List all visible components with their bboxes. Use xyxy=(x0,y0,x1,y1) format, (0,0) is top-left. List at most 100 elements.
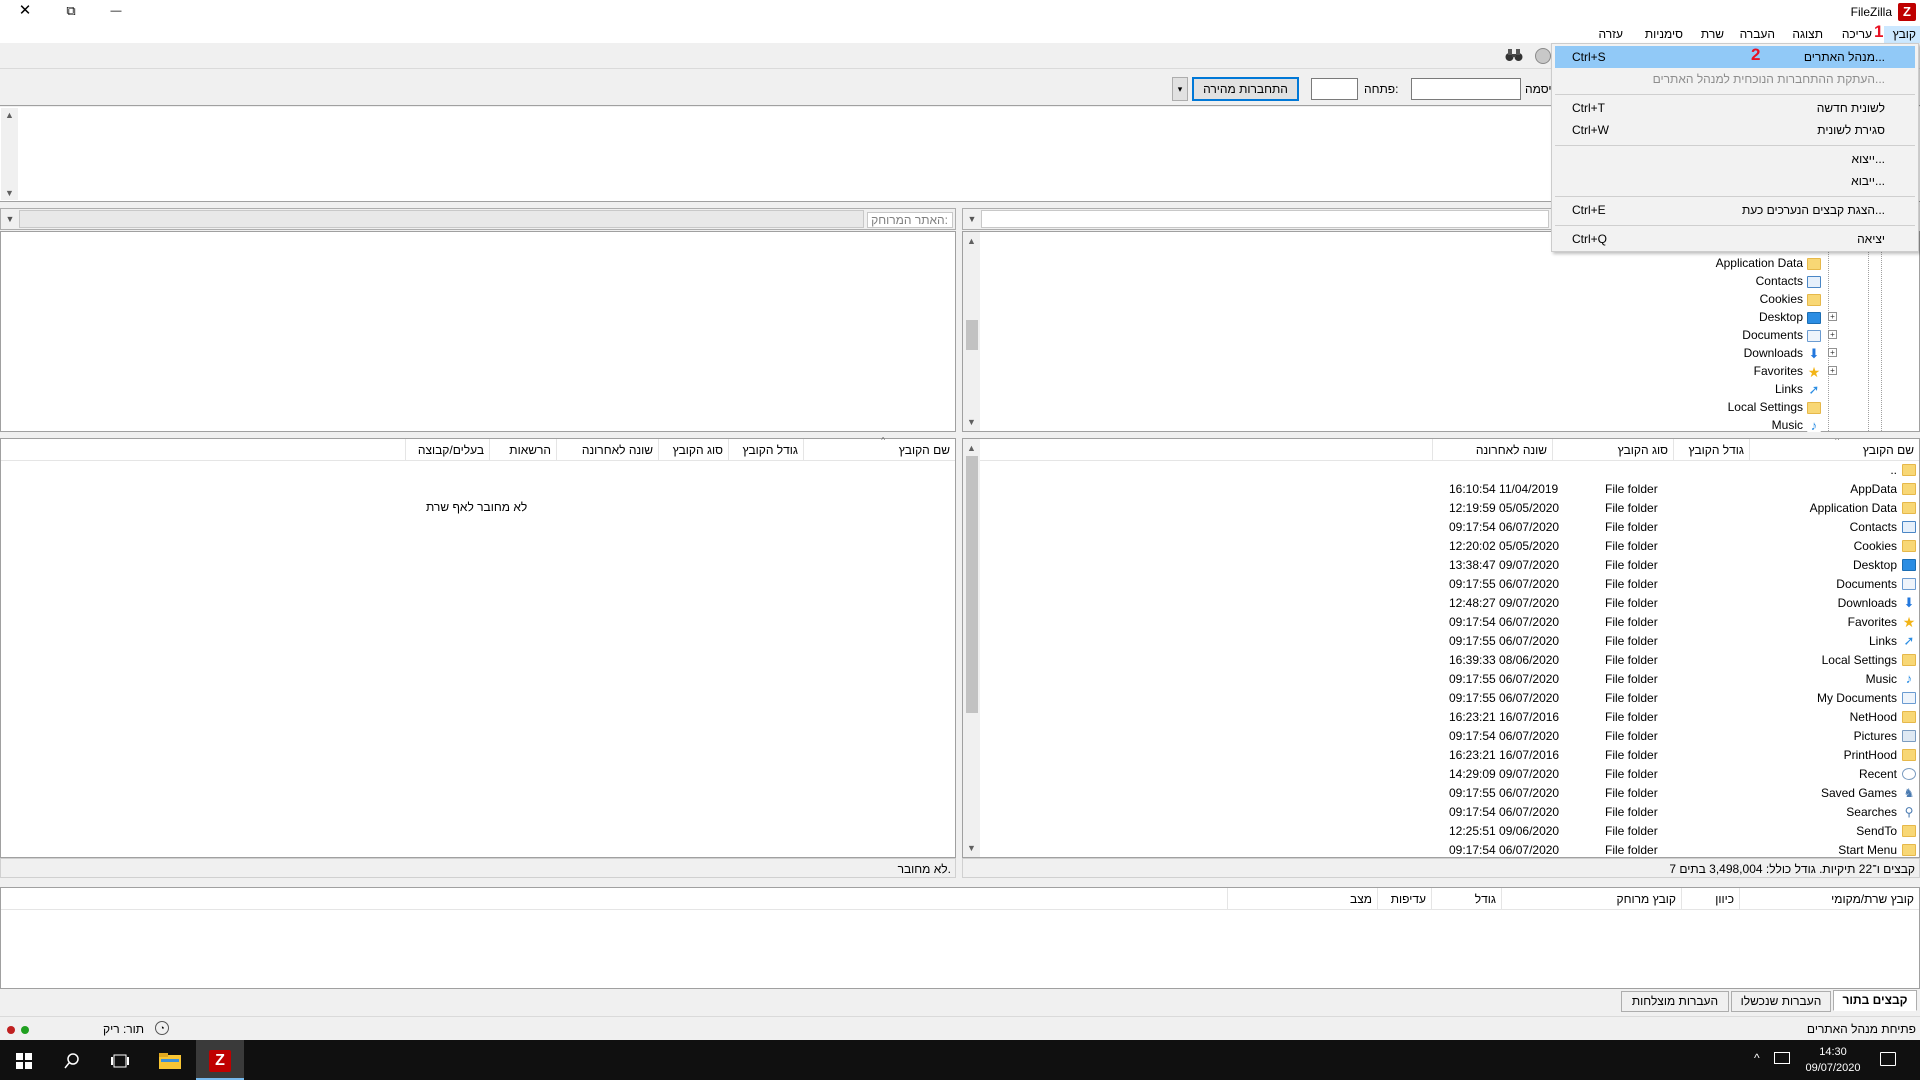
scroll-thumb[interactable] xyxy=(966,320,978,350)
table-row[interactable]: ★ Favorites File folder 09:17:54 06/07/2020 xyxy=(980,613,1919,632)
menu-item-exit[interactable]: יציאה Ctrl+Q xyxy=(1555,228,1915,250)
table-row[interactable]: Start Menu File folder 09:17:54 06/07/2020 xyxy=(980,841,1919,857)
menu-item-export[interactable]: ייצוא... xyxy=(1555,148,1915,170)
expand-icon[interactable]: + xyxy=(1828,312,1837,321)
table-row[interactable]: ♪ Music File folder 09:17:55 06/07/2020 xyxy=(980,670,1919,689)
col-remote-size[interactable]: גודל הקובץ xyxy=(728,439,803,461)
table-row[interactable]: PrintHood File folder 16:23:21 16/07/2016 xyxy=(980,746,1919,765)
col-local-modified[interactable]: שונה לאחרונה xyxy=(1432,439,1552,461)
quickconnect-dropdown-button[interactable]: ▾ xyxy=(1172,77,1188,101)
local-directory-tree[interactable]: ▲ ▼ Application Data Contacts Cookies Deskt… xyxy=(962,231,1920,432)
tree-item[interactable]: Desktop xyxy=(1755,308,1821,326)
table-row[interactable]: Application Data File folder 12:19:59 05/0… xyxy=(980,499,1919,518)
menu-bookmarks[interactable]: סימניות xyxy=(1641,26,1687,43)
notifications-icon[interactable] xyxy=(1880,1052,1896,1066)
menu-help[interactable]: עזרה xyxy=(1594,26,1627,43)
menu-item-new-tab[interactable]: לשונית חדשה Ctrl+T xyxy=(1555,97,1915,119)
local-tree-scrollbar[interactable]: ▲ ▼ xyxy=(963,232,980,431)
filezilla-taskbar-icon[interactable]: Z xyxy=(196,1040,244,1080)
table-row[interactable]: Local Settings File folder 16:39:33 08/06/… xyxy=(980,651,1919,670)
quickconnect-button[interactable]: התחברות מהירה xyxy=(1192,77,1299,101)
local-list-scrollbar[interactable]: ▲ ▼ xyxy=(963,439,980,857)
scroll-down-icon[interactable]: ▼ xyxy=(1,186,18,200)
col-queue-priority[interactable]: עדיפות xyxy=(1377,888,1431,910)
table-row[interactable]: Contacts File folder 09:17:54 06/07/2020 xyxy=(980,518,1919,537)
col-queue-remote-file[interactable]: קובץ מרוחק xyxy=(1501,888,1681,910)
search-icon[interactable] xyxy=(48,1040,96,1080)
clock[interactable]: 14:30 09/07/2020 xyxy=(1798,1044,1868,1076)
col-remote-permissions[interactable]: הרשאות xyxy=(489,439,556,461)
tree-item[interactable]: Links ➚ xyxy=(1771,380,1821,398)
tab-queued-files[interactable]: קבצים בתור xyxy=(1833,990,1917,1011)
tree-item[interactable]: Application Data xyxy=(1712,254,1821,272)
tree-item[interactable]: Contacts xyxy=(1752,272,1821,290)
col-local-name[interactable]: שם הקובץ xyxy=(1749,439,1919,461)
task-view-icon[interactable] xyxy=(96,1040,144,1080)
table-row[interactable]: SendTo File folder 12:25:51 09/06/2020 xyxy=(980,822,1919,841)
transfer-queue[interactable]: קובץ שרת/מקומי כיוון קובץ מרוחק גודל עדי… xyxy=(0,887,1920,989)
tree-item[interactable]: Downloads ⬇ xyxy=(1740,344,1821,362)
scroll-thumb[interactable] xyxy=(966,456,978,713)
speed-limit-icon[interactable]: ◔ xyxy=(155,1021,169,1035)
table-row[interactable]: Documents File folder 09:17:55 06/07/2020 xyxy=(980,575,1919,594)
local-path-history-icon[interactable]: ▼ xyxy=(965,211,979,227)
col-queue-size[interactable]: גודל xyxy=(1431,888,1501,910)
col-queue-server-local[interactable]: קובץ שרת/מקומי xyxy=(1739,888,1919,910)
scroll-down-icon[interactable]: ▼ xyxy=(963,841,980,855)
table-row[interactable]: Cookies File folder 12:20:02 05/05/2020 xyxy=(980,537,1919,556)
menu-server[interactable]: שרת xyxy=(1697,26,1728,43)
menu-file[interactable]: קובץ xyxy=(1884,26,1920,43)
menu-transfer[interactable]: העברה xyxy=(1736,26,1779,43)
table-row[interactable]: ➚ Links File folder 09:17:55 06/07/2020 xyxy=(980,632,1919,651)
col-remote-owner[interactable]: בעלים/קבוצה xyxy=(405,439,489,461)
tree-item[interactable]: Local Settings xyxy=(1724,398,1821,416)
tree-item[interactable]: Cookies xyxy=(1756,290,1821,308)
local-file-list[interactable]: ▲ ▼ שם הקובץ גודל הקובץ סוג הקובץ שונה ל… xyxy=(962,438,1920,858)
menu-item-copy-to-site-manager[interactable]: העתקת ההתחברות הנוכחית למנהל האתרים... xyxy=(1555,68,1915,90)
message-log-scrollbar[interactable]: ▲ ▼ xyxy=(1,108,18,200)
col-remote-name[interactable]: שם הקובץ xyxy=(803,439,955,461)
table-row[interactable]: AppData File folder 16:10:54 11/04/2019 xyxy=(980,480,1919,499)
find-binoculars-icon[interactable] xyxy=(1505,48,1523,64)
menu-view[interactable]: תצוגה xyxy=(1788,26,1827,43)
minimize-button[interactable]: — xyxy=(93,0,139,24)
col-remote-type[interactable]: סוג הקובץ xyxy=(658,439,728,461)
local-path-combo[interactable] xyxy=(981,210,1549,228)
table-row[interactable]: ⚲ Searches File folder 09:17:54 06/07/2020 xyxy=(980,803,1919,822)
menu-edit[interactable]: עריכה xyxy=(1838,26,1876,43)
password-field[interactable] xyxy=(1411,78,1521,100)
remote-file-list[interactable]: שם הקובץ גודל הקובץ סוג הקובץ שונה לאחרו… xyxy=(0,436,956,858)
scroll-up-icon[interactable]: ▲ xyxy=(963,234,980,248)
tree-item[interactable]: Music ♪ xyxy=(1768,416,1821,434)
tree-item[interactable]: Favorites ★ xyxy=(1750,362,1821,380)
menu-item-import[interactable]: ייבוא... xyxy=(1555,170,1915,192)
close-button[interactable]: ✕ xyxy=(2,0,48,24)
table-row[interactable]: Recent File folder 14:29:09 09/07/2020 xyxy=(980,765,1919,784)
settings-gear-icon[interactable] xyxy=(1535,48,1551,64)
expand-icon[interactable]: + xyxy=(1828,348,1837,357)
col-queue-direction[interactable]: כיוון xyxy=(1681,888,1739,910)
table-row[interactable]: NetHood File folder 16:23:21 16/07/2016 xyxy=(980,708,1919,727)
tab-failed-transfers[interactable]: העברות שנכשלו xyxy=(1731,991,1831,1012)
tab-successful-transfers[interactable]: העברות מוצלחות xyxy=(1621,991,1729,1012)
menu-item-close-tab[interactable]: סגירת לשונית Ctrl+W xyxy=(1555,119,1915,141)
remote-path-combo[interactable] xyxy=(19,210,864,228)
col-local-type[interactable]: סוג הקובץ xyxy=(1552,439,1673,461)
remote-path-history-icon[interactable]: ▼ xyxy=(3,211,17,227)
table-row[interactable]: ⬇ Downloads File folder 12:48:27 09/07/2020 xyxy=(980,594,1919,613)
col-queue-status[interactable]: מצב xyxy=(1227,888,1377,910)
table-row[interactable]: Pictures File folder 09:17:54 06/07/2020 xyxy=(980,727,1919,746)
start-windows-icon[interactable] xyxy=(0,1040,48,1080)
file-explorer-icon[interactable] xyxy=(146,1040,194,1080)
parent-directory-row[interactable]: .. xyxy=(980,461,1919,480)
port-field[interactable] xyxy=(1311,78,1358,100)
col-local-size[interactable]: גודל הקובץ xyxy=(1673,439,1749,461)
table-row[interactable]: My Documents File folder 09:17:55 06/07/20… xyxy=(980,689,1919,708)
show-hidden-icons-icon[interactable]: ^ xyxy=(1754,1051,1760,1065)
table-row[interactable]: ♞ Saved Games File folder 09:17:55 06/07/20… xyxy=(980,784,1919,803)
expand-icon[interactable]: + xyxy=(1828,330,1837,339)
menu-item-edited-files[interactable]: הצגת קבצים הנערכים כעת... Ctrl+E xyxy=(1555,199,1915,221)
restore-button[interactable]: ⧉ xyxy=(48,0,94,24)
scroll-up-icon[interactable]: ▲ xyxy=(1,108,18,122)
col-remote-modified[interactable]: שונה לאחרונה xyxy=(556,439,658,461)
